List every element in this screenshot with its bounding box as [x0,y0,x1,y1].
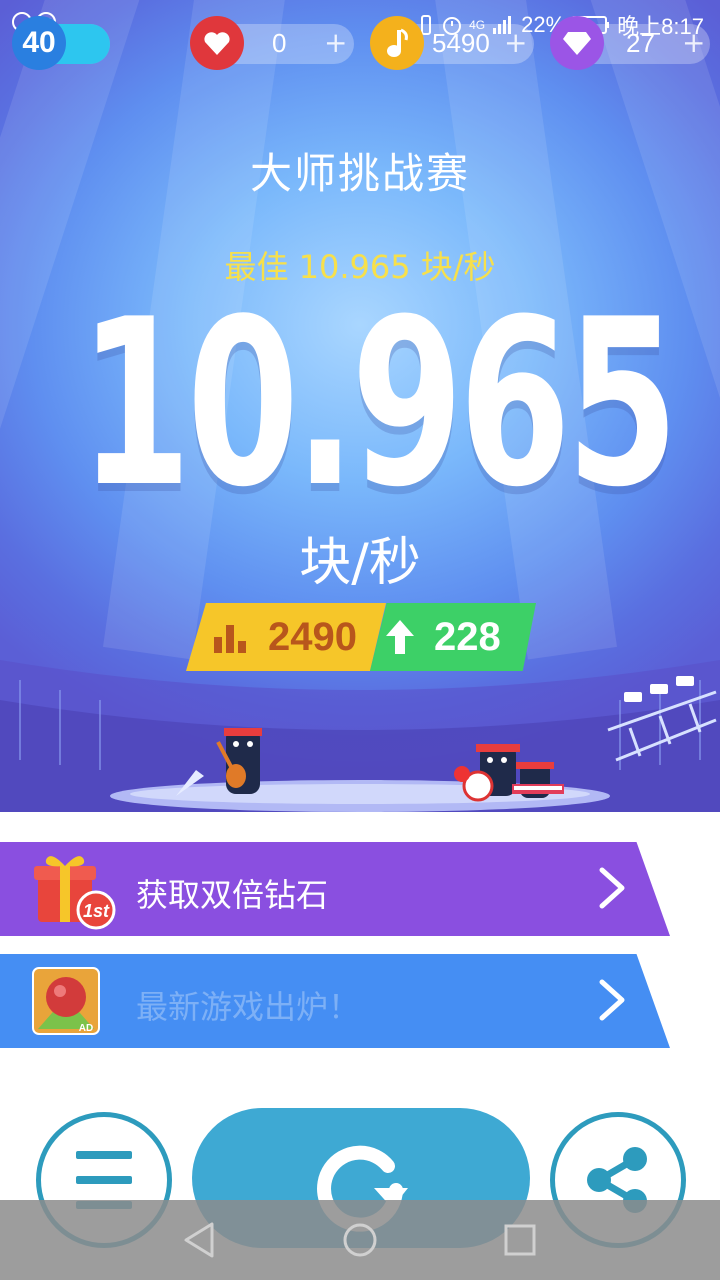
rank-up-badge: 228 [370,603,536,671]
bar-chart-icon [214,625,246,653]
score-value: 10.965 [79,271,678,538]
new-game-banner[interactable]: AD 最新游戏出炉！ [0,954,670,1048]
home-icon[interactable] [340,1220,380,1260]
heart-icon [190,16,244,70]
new-game-label: 最新游戏出炉！ [136,988,361,1026]
level-value: 40 [22,26,56,59]
diamond-icon [550,16,604,70]
rank-value: 2490 [268,615,357,659]
add-notes-button[interactable]: + [504,26,527,59]
ad-badge-label: AD [79,1023,93,1034]
chevron-right-icon [599,979,625,1021]
mode-title: 大师挑战赛 [249,149,470,198]
add-diamonds-button[interactable]: + [682,26,705,59]
rank-badge: 2490 [186,603,386,671]
double-diamonds-banner[interactable]: 1st 获取双倍钻石 [0,842,670,936]
notes-value: 5490 [432,28,490,58]
back-icon[interactable] [180,1220,220,1260]
score-unit: 块/秒 [299,533,421,593]
double-diamonds-label: 获取双倍钻石 [136,876,329,914]
music-note-icon [370,16,424,70]
gift-icon: 1st [34,856,116,930]
first-badge-label: 1st [83,901,110,921]
game-ad-icon: AD [32,967,100,1035]
system-nav-bar [0,1200,720,1280]
rank-up-value: 228 [434,615,501,659]
level-badge: 40 [12,16,66,70]
add-lives-button[interactable]: + [324,26,347,59]
diamonds-value: 27 [626,28,655,58]
arrow-up-icon [386,620,414,654]
chevron-right-icon [599,867,625,909]
lives-value: 0 [272,28,287,58]
recents-icon[interactable] [500,1220,540,1260]
